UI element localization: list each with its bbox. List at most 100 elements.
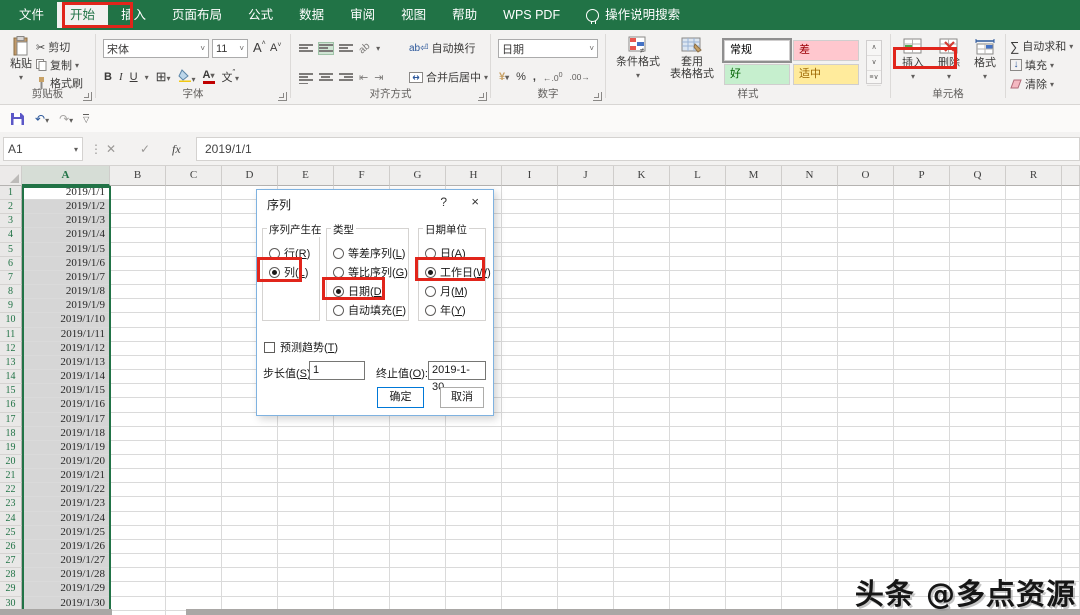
column-header-L[interactable]: L [670, 166, 726, 186]
font-size-select[interactable]: 11 ˅ [212, 39, 248, 58]
cell-D25[interactable] [222, 525, 278, 540]
cell-P21[interactable] [894, 469, 950, 484]
cell-F18[interactable] [334, 426, 390, 441]
row-header-17[interactable]: 17 [0, 412, 22, 427]
cell-I1[interactable] [502, 186, 558, 201]
cell-N26[interactable] [782, 539, 838, 555]
align-middle-icon[interactable] [318, 41, 334, 55]
cell-J15[interactable] [558, 384, 614, 399]
cell-K7[interactable] [614, 270, 670, 286]
number-dialog-launcher[interactable] [593, 92, 602, 101]
cell-P12[interactable] [894, 341, 950, 356]
cell-partial[interactable] [1062, 384, 1080, 399]
cell-A2[interactable]: 2019/1/2 [22, 200, 110, 215]
cell-J13[interactable] [558, 355, 614, 371]
cell-M18[interactable] [726, 426, 782, 441]
cell-O14[interactable] [838, 370, 894, 385]
cell-A7[interactable]: 2019/1/7 [22, 270, 110, 286]
cell-N10[interactable] [782, 313, 838, 328]
cell-I25[interactable] [502, 525, 558, 540]
cell-L7[interactable] [670, 270, 726, 286]
cell-C25[interactable] [166, 525, 222, 540]
column-header-H[interactable]: H [446, 166, 502, 186]
gallery-up-icon[interactable]: ∧ [867, 41, 881, 56]
cell-C19[interactable] [166, 440, 222, 455]
cell-P19[interactable] [894, 440, 950, 455]
row-header-29[interactable]: 29 [0, 582, 22, 597]
cell-R11[interactable] [1006, 327, 1062, 342]
cell-M22[interactable] [726, 483, 782, 498]
cell-E29[interactable] [278, 582, 334, 597]
cell-K4[interactable] [614, 228, 670, 243]
cell-B25[interactable] [110, 525, 166, 540]
cell-O5[interactable] [838, 242, 894, 257]
cell-O3[interactable] [838, 214, 894, 229]
cell-J6[interactable] [558, 256, 614, 271]
cell-C2[interactable] [166, 200, 222, 215]
cut-button[interactable]: ✂ 剪切 [36, 38, 83, 56]
cell-B27[interactable] [110, 554, 166, 569]
cell-partial[interactable] [1062, 256, 1080, 271]
stop-value-input[interactable]: 2019-1-30 [428, 361, 486, 393]
cell-K1[interactable] [614, 186, 670, 201]
formula-input[interactable]: 2019/1/1 [196, 137, 1080, 161]
cell-Q2[interactable] [950, 200, 1006, 215]
row-header-25[interactable]: 25 [0, 525, 22, 540]
cell-style-bad[interactable]: 差 [793, 40, 859, 61]
cell-partial[interactable] [1062, 242, 1080, 257]
cell-O21[interactable] [838, 469, 894, 484]
cell-Q21[interactable] [950, 469, 1006, 484]
cell-N25[interactable] [782, 525, 838, 540]
cell-B17[interactable] [110, 412, 166, 427]
cell-Q17[interactable] [950, 412, 1006, 427]
cell-R9[interactable] [1006, 299, 1062, 314]
cell-O10[interactable] [838, 313, 894, 328]
cell-partial[interactable] [1062, 469, 1080, 484]
cell-G18[interactable] [390, 426, 446, 441]
fill-button[interactable]: ↓ 填充 ▾ [1010, 56, 1054, 74]
cell-J20[interactable] [558, 454, 614, 470]
cell-N1[interactable] [782, 186, 838, 201]
row-header-15[interactable]: 15 [0, 384, 22, 399]
cell-A12[interactable]: 2019/1/12 [22, 341, 110, 356]
column-header-K[interactable]: K [614, 166, 670, 186]
cell-N23[interactable] [782, 497, 838, 512]
cell-D22[interactable] [222, 483, 278, 498]
cell-L23[interactable] [670, 497, 726, 512]
cell-partial[interactable] [1062, 497, 1080, 512]
cell-P27[interactable] [894, 554, 950, 569]
cell-N4[interactable] [782, 228, 838, 243]
cell-O18[interactable] [838, 426, 894, 441]
cell-A24[interactable]: 2019/1/24 [22, 511, 110, 526]
cell-J5[interactable] [558, 242, 614, 257]
cell-R13[interactable] [1006, 355, 1062, 371]
cell-D27[interactable] [222, 554, 278, 569]
cell-O2[interactable] [838, 200, 894, 215]
cell-L13[interactable] [670, 355, 726, 371]
cell-partial[interactable] [1062, 370, 1080, 385]
align-bottom-icon[interactable] [339, 43, 353, 54]
cell-F25[interactable] [334, 525, 390, 540]
cell-Q26[interactable] [950, 539, 1006, 555]
cell-F20[interactable] [334, 454, 390, 470]
cell-K9[interactable] [614, 299, 670, 314]
cell-A11[interactable]: 2019/1/11 [22, 327, 110, 342]
cell-M24[interactable] [726, 511, 782, 526]
cell-R2[interactable] [1006, 200, 1062, 215]
row-header-27[interactable]: 27 [0, 554, 22, 569]
cell-L2[interactable] [670, 200, 726, 215]
cell-B23[interactable] [110, 497, 166, 512]
cell-A16[interactable]: 2019/1/16 [22, 398, 110, 413]
cell-N3[interactable] [782, 214, 838, 229]
cell-B21[interactable] [110, 469, 166, 484]
cell-C29[interactable] [166, 582, 222, 597]
cell-C10[interactable] [166, 313, 222, 328]
cell-M8[interactable] [726, 285, 782, 300]
cell-P26[interactable] [894, 539, 950, 555]
cell-G29[interactable] [390, 582, 446, 597]
row-header-6[interactable]: 6 [0, 256, 22, 271]
cell-N14[interactable] [782, 370, 838, 385]
cell-style-normal[interactable]: 常规 [722, 38, 792, 63]
cell-B8[interactable] [110, 285, 166, 300]
cell-partial[interactable] [1062, 554, 1080, 569]
